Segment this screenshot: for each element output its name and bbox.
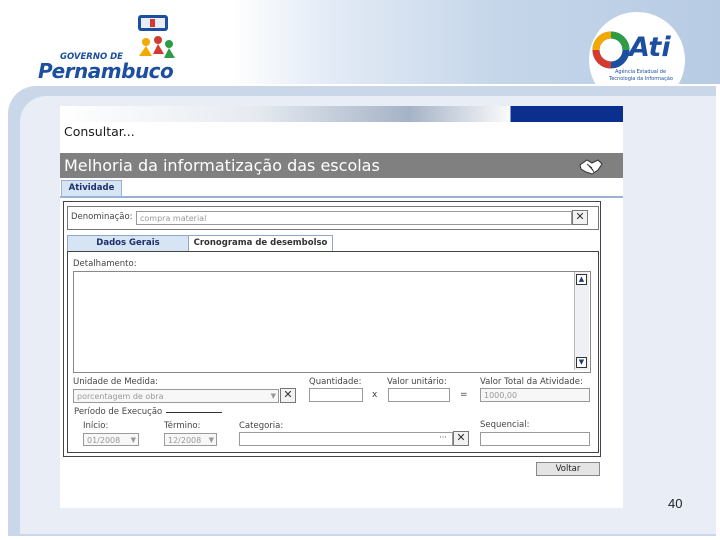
textarea-scrollbar[interactable]: ▲ ▼ [574,272,589,370]
inicio-select[interactable]: 01/2008 ▼ [83,433,139,446]
quantidade-label: Quantidade: [309,377,362,387]
valor-total-field: 1000,00 [480,388,590,402]
tab-cronograma[interactable]: Cronograma de desembolso [188,235,333,252]
page-title: Melhoria da informatização das escolas [64,156,380,175]
detalhamento-label: Detalhamento: [73,259,137,269]
ellipsis-icon[interactable]: ··· [436,433,450,444]
valor-unitario-label: Valor unitário: [387,377,447,387]
unidade-medida-label: Unidade de Medida: [73,377,159,387]
tab-atividade[interactable]: Atividade [61,180,122,196]
inicio-label: Início: [83,421,109,431]
periodo-divider [166,412,222,413]
governo-pernambuco-logo: GOVERNO DE Pernambuco [34,12,204,83]
scroll-down-icon[interactable]: ▼ [576,357,587,368]
unidade-medida-select[interactable]: porcentagem de obra ▼ [73,389,279,403]
sequencial-field[interactable] [480,432,590,446]
detalhamento-textarea[interactable] [73,271,591,373]
dropdown-arrow-icon: ▼ [130,436,136,444]
close-icon: ✕ [283,388,293,401]
dropdown-arrow-icon: ▼ [270,392,276,400]
logo-ati-subtitle-2: Tecnologia da Informação [609,76,673,82]
multiply-sign: x [372,390,378,400]
categoria-label: Categoria: [239,421,284,431]
valor-unitario-field[interactable] [388,388,450,402]
dropdown-arrow-icon: ▼ [208,436,214,444]
quantidade-field[interactable] [309,388,363,402]
unidade-medida-value: porcentagem de obra [77,392,164,401]
denominacao-field[interactable]: compra material [136,211,572,225]
tab-underline [60,196,623,198]
clear-unidade-button[interactable]: ✕ [280,388,296,403]
clear-denominacao-button[interactable]: ✕ [572,210,588,225]
logo-ati-subtitle-1: Agência Estadual de [615,69,667,75]
handshake-icon [578,156,604,178]
termino-select[interactable]: 12/2008 ▼ [164,433,217,446]
logo-ati-text: Ati [629,32,671,63]
logo-pernambuco-text: Pernambuco [38,59,174,83]
app-window: Consultar... Melhoria da informatização … [60,106,623,508]
sequencial-label: Sequencial: [480,420,530,430]
close-icon: ✕ [456,431,466,444]
tab-dados-gerais[interactable]: Dados Gerais [67,235,189,252]
categoria-field[interactable] [239,432,453,446]
periodo-label: Período de Execução [74,407,163,417]
scroll-up-icon[interactable]: ▲ [576,274,587,285]
page-number: 40 [668,496,683,511]
close-icon: ✕ [575,210,585,223]
clear-categoria-button[interactable]: ✕ [453,431,469,446]
valor-total-label: Valor Total da Atividade: [480,377,583,387]
equals-sign: = [460,390,468,400]
denominacao-label: Denominação: [71,212,133,222]
app-top-banner [60,106,623,122]
termino-value: 12/2008 [168,436,202,445]
page-heading: Consultar... [64,124,135,139]
voltar-button[interactable]: Voltar [536,462,600,476]
termino-label: Término: [164,421,201,431]
inicio-value: 01/2008 [87,436,121,445]
